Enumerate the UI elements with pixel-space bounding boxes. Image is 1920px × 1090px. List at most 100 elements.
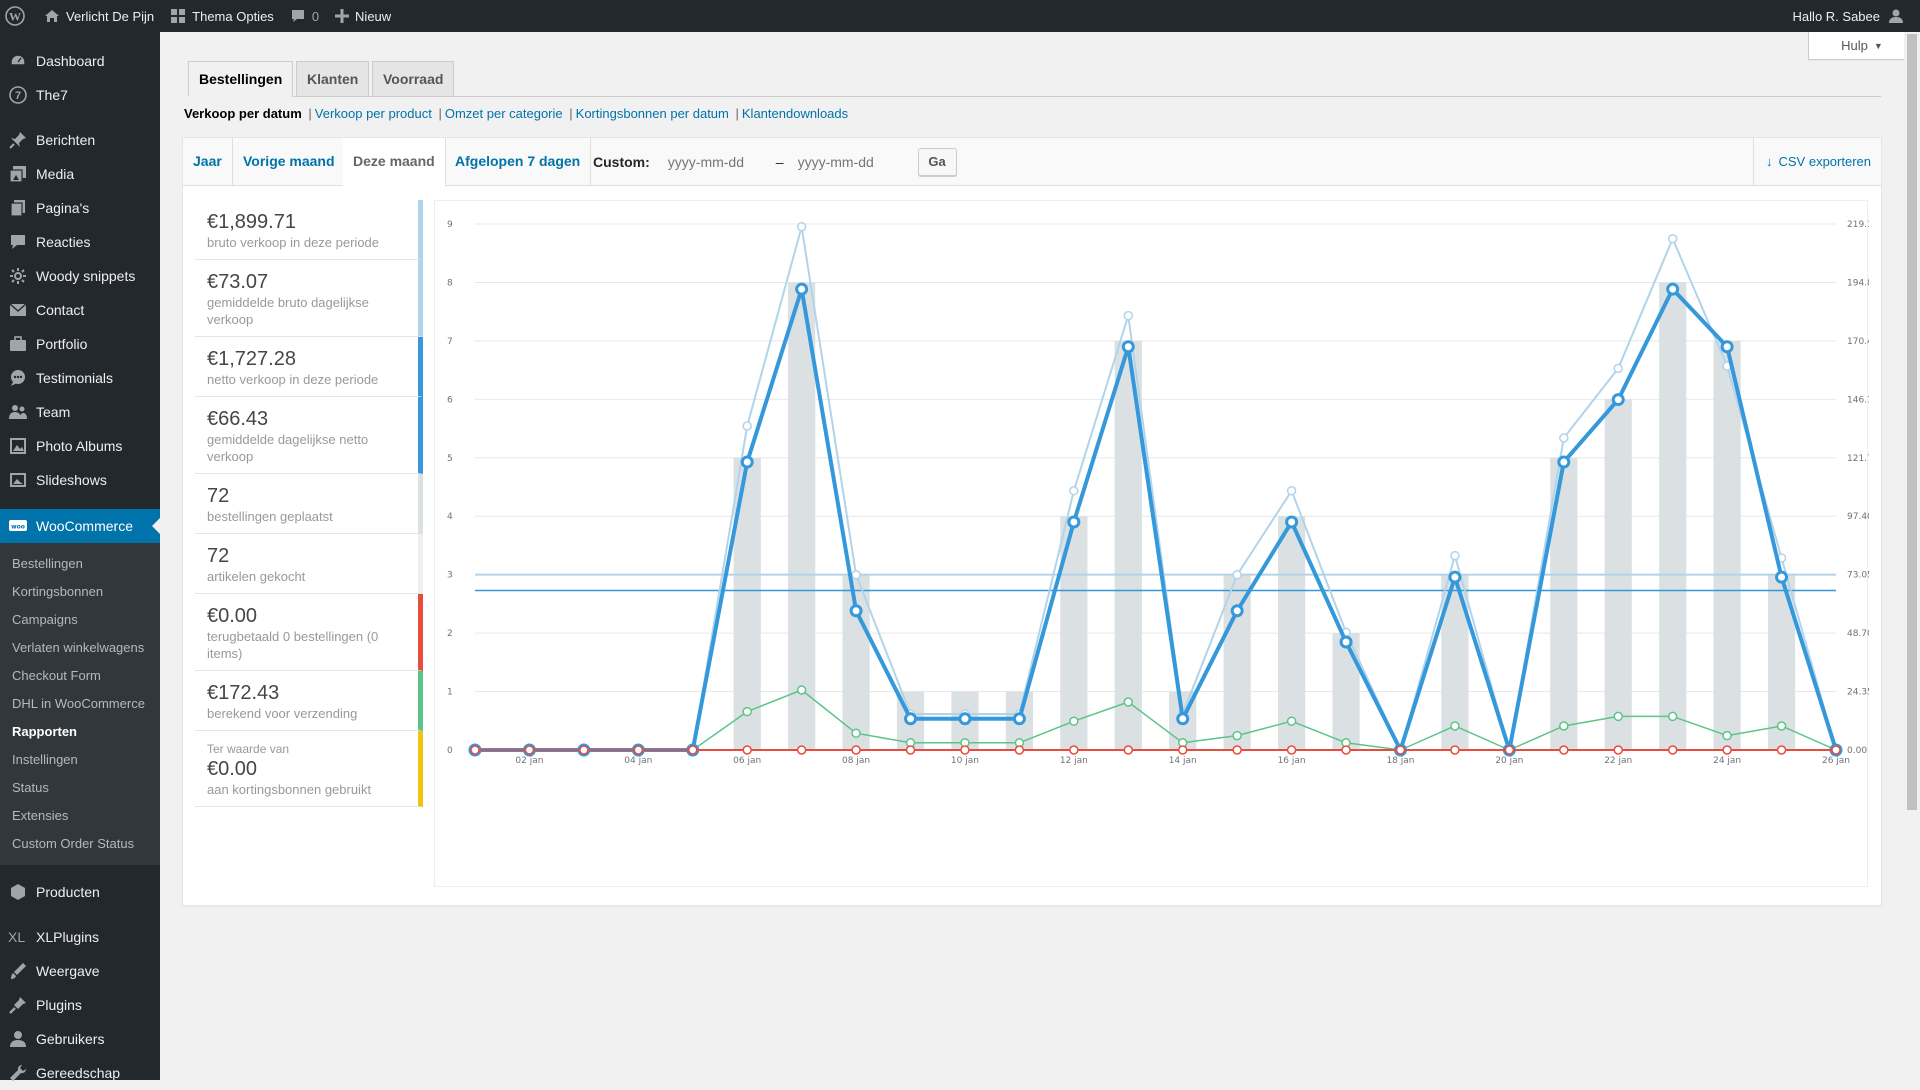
submenu-rapporten[interactable]: Rapporten — [0, 718, 160, 746]
range-afgelopen-7-dagen[interactable]: Afgelopen 7 dagen — [445, 138, 592, 185]
series-point — [1286, 716, 1297, 726]
report-tabs: Bestellingen Klanten Voorraad — [188, 61, 1881, 97]
menu-the7[interactable]: 7 The7 — [0, 78, 160, 112]
theme-options-link[interactable]: Thema Opties — [162, 0, 282, 32]
legend-item[interactable]: 72 artikelen gekocht — [195, 534, 423, 594]
series-point — [1613, 711, 1623, 722]
subnav-link-omzet-per-categorie[interactable]: Omzet per categorie — [445, 106, 563, 121]
menu-producten[interactable]: Producten — [0, 875, 160, 909]
new-content-link[interactable]: Nieuw — [327, 0, 399, 32]
x-tick-label: 06 jan — [733, 756, 761, 766]
menu-label: Gereedschap — [36, 1065, 121, 1081]
report-subnav: Verkoop per datum | Verkoop per product |… — [184, 106, 849, 121]
series-point — [1613, 363, 1623, 374]
submenu-extensies[interactable]: Extensies — [0, 802, 160, 830]
menu-pagina-s[interactable]: Pagina's — [0, 191, 160, 225]
legend-item[interactable]: 72 bestellingen geplaatst — [195, 474, 423, 534]
submenu-instellingen[interactable]: Instellingen — [0, 746, 160, 774]
submenu-custom-order-status[interactable]: Custom Order Status — [0, 830, 160, 858]
wordpress-logo-icon[interactable]: W — [0, 0, 36, 32]
series-point — [740, 455, 754, 469]
legend-value: €0.00 — [207, 605, 258, 627]
series-point — [1776, 721, 1787, 731]
legend-item[interactable]: €73.07 gemiddelde bruto dagelijkse verkoo… — [195, 260, 423, 337]
legend-description: gemiddelde bruto dagelijkse verkoop — [207, 295, 369, 327]
x-tick-label: 02 jan — [515, 756, 543, 766]
series-point — [1177, 745, 1188, 755]
legend-item[interactable]: €172.43 berekend voor verzending — [195, 671, 423, 731]
submenu-verlaten-winkelwagens[interactable]: Verlaten winkelwagens — [0, 634, 160, 662]
media-icon — [8, 164, 28, 184]
series-point — [1176, 712, 1190, 726]
start-date-input[interactable] — [659, 147, 770, 176]
site-name-link[interactable]: Verlicht De Pijn — [36, 0, 162, 32]
legend-item[interactable]: €1,899.71 bruto verkoop in deze periode — [195, 200, 423, 260]
menu-woody-snippets[interactable]: Woody snippets — [0, 259, 160, 293]
go-button[interactable]: Ga — [917, 147, 957, 176]
menu-weergave[interactable]: Weergave — [0, 954, 160, 988]
comments-link[interactable]: 0 — [282, 0, 327, 32]
menu-portfolio[interactable]: Portfolio — [0, 327, 160, 361]
submenu-kortingsbonnen[interactable]: Kortingsbonnen — [0, 578, 160, 606]
menu-testimonials[interactable]: Testimonials — [0, 361, 160, 395]
submenu-dhl-in-woocommerce[interactable]: DHL in WooCommerce — [0, 690, 160, 718]
range-deze-maand[interactable]: Deze maand — [343, 138, 446, 186]
legend-value: €73.07 — [207, 271, 269, 293]
series-point — [1232, 745, 1242, 755]
menu-contact[interactable]: Contact — [0, 293, 160, 327]
my-account-link[interactable]: Hallo R. Sabee — [1785, 0, 1920, 32]
x-tick-label: 20 jan — [1495, 756, 1523, 766]
sales-chart: 0 1 2 3 4 5 6 7 8 9 0.00 24.35 48.70 73.05 97.40 121.75… — [434, 200, 1869, 887]
caret-down-icon: ▼ — [1873, 40, 1883, 51]
menu-woocommerce[interactable]: woo WooCommerce — [0, 509, 160, 543]
submenu-bestellingen[interactable]: Bestellingen — [0, 550, 160, 578]
range-vorige-maand[interactable]: Vorige maand — [233, 138, 346, 185]
menu-media[interactable]: Media — [0, 157, 160, 191]
home-icon — [45, 10, 59, 22]
series-point — [905, 745, 916, 755]
y-left-tick-label: 6 — [447, 395, 453, 405]
scrollbar-thumb[interactable] — [1907, 34, 1917, 810]
menu-reacties[interactable]: Reacties — [0, 225, 160, 259]
legend-item[interactable]: Ter waarde van €0.00 aan kortingsbonnen ge… — [195, 731, 423, 807]
help-button[interactable]: Hulp ▼ — [1808, 32, 1916, 60]
tab-bestellingen[interactable]: Bestellingen — [188, 61, 294, 97]
menu-xlplugins[interactable]: XL XLPlugins — [0, 920, 160, 954]
subnav-link-kortingsbonnen[interactable]: Kortingsbonnen per datum — [576, 106, 729, 121]
menu-gebruikers[interactable]: Gebruikers — [0, 1022, 160, 1056]
submenu-status[interactable]: Status — [0, 774, 160, 802]
submenu-campaigns[interactable]: Campaigns — [0, 606, 160, 634]
subnav-link-klantendownloads[interactable]: Klantendownloads — [742, 106, 848, 121]
products-icon — [8, 882, 28, 902]
tab-voorraad[interactable]: Voorraad — [372, 61, 455, 97]
menu-slideshows[interactable]: Slideshows — [0, 463, 160, 497]
legend-item[interactable]: €66.43 gemiddelde dagelijkse netto verkoo… — [195, 397, 423, 474]
range-jaar[interactable]: Jaar — [183, 138, 233, 185]
series-point — [1123, 745, 1134, 755]
menu-berichten[interactable]: Berichten — [0, 123, 160, 157]
series-point — [633, 745, 644, 755]
series-point — [796, 222, 807, 232]
subnav-link-verkoop-per-product[interactable]: Verkoop per product — [315, 106, 432, 121]
menu-plugins[interactable]: Plugins — [0, 988, 160, 1022]
site-name: Verlicht De Pijn — [66, 8, 155, 24]
end-date-input[interactable] — [789, 147, 900, 176]
csv-export-link[interactable]: ↓ CSV exporteren — [1753, 138, 1881, 185]
legend-description: bruto verkoop in deze periode — [207, 235, 380, 250]
page-scrollbar[interactable] — [1904, 32, 1920, 1080]
tab-klanten[interactable]: Klanten — [296, 61, 370, 97]
series-point — [1775, 570, 1789, 584]
legend-item[interactable]: €1,727.28 netto verkoop in deze periode — [195, 337, 423, 397]
x-tick-label: 22 jan — [1604, 756, 1632, 766]
legend-item[interactable]: €0.00 terugbetaald 0 bestellingen (0 item… — [195, 594, 423, 671]
y-right-tick-label: 48.70 — [1847, 629, 1869, 639]
menu-dashboard[interactable]: Dashboard — [0, 44, 160, 78]
comment-bubble-icon — [291, 10, 304, 22]
menu-gereedschap[interactable]: Gereedschap — [0, 1056, 160, 1090]
submenu-checkout-form[interactable]: Checkout Form — [0, 662, 160, 690]
menu-photo-albums[interactable]: Photo Albums — [0, 429, 160, 463]
legend-value: €66.43 — [207, 408, 269, 430]
menu-label: Woody snippets — [36, 268, 136, 284]
series-point — [849, 604, 863, 618]
menu-team[interactable]: Team — [0, 395, 160, 429]
